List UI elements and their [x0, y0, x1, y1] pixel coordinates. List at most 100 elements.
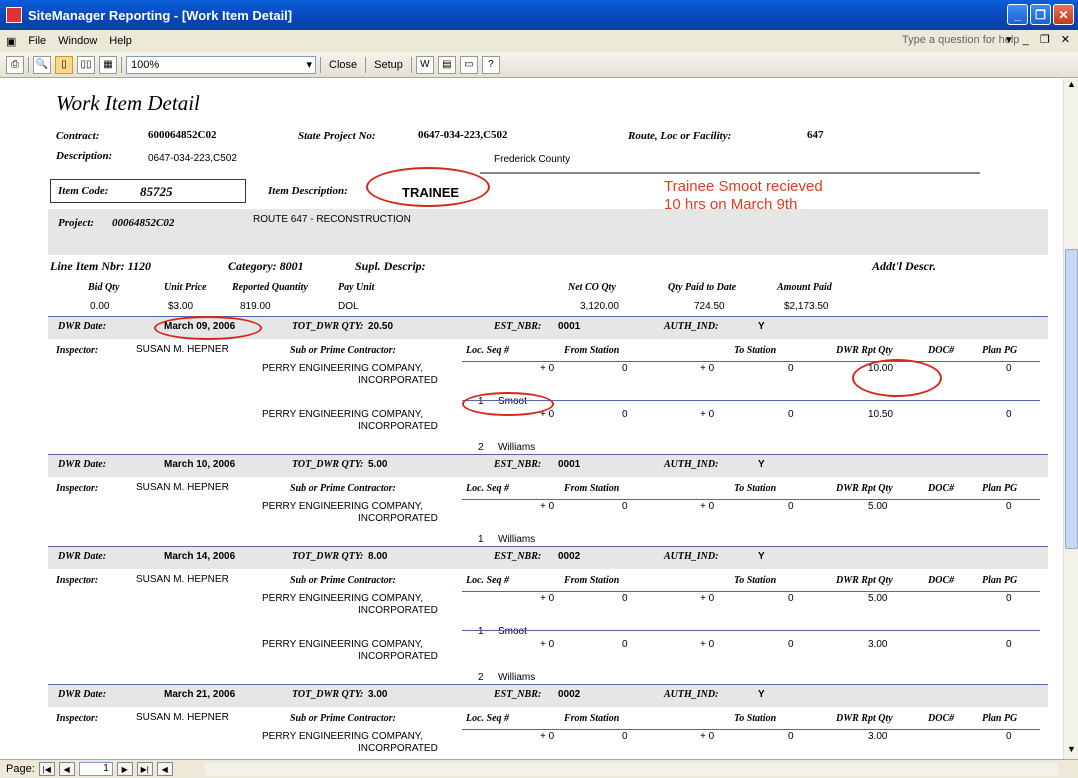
- auth-ind-label: AUTH_IND:: [664, 551, 719, 562]
- trainee-name: Williams: [498, 442, 536, 453]
- menu-bar: ▣ File Window Help Type a question for h…: [0, 30, 1078, 52]
- annotation-oval-qty: [852, 359, 942, 397]
- multiple-pages-icon[interactable]: ▦: [99, 55, 117, 74]
- from-station-zero: 0: [622, 363, 628, 374]
- dwr-date-value: March 10, 2006: [164, 459, 236, 470]
- inspector-value: SUSAN M. HEPNER: [136, 712, 229, 723]
- inspector-label: Inspector:: [56, 575, 99, 586]
- description-label: Description:: [56, 150, 113, 162]
- maximize-button[interactable]: ❐: [1030, 4, 1051, 25]
- plan-pg-label: Plan PG: [982, 345, 1018, 356]
- database-window-icon[interactable]: ▤: [437, 55, 456, 74]
- est-nbr-value: 0001: [558, 459, 581, 470]
- app-icon: [6, 7, 22, 23]
- scroll-down-icon[interactable]: ▼: [1065, 744, 1078, 759]
- to-station-plus: + 0: [700, 593, 715, 604]
- to-station-plus: + 0: [700, 639, 715, 650]
- menu-help[interactable]: Help: [109, 35, 132, 47]
- close-button[interactable]: Close: [325, 59, 361, 71]
- print-icon[interactable]: ⎙: [6, 55, 24, 74]
- horizontal-scrollbar[interactable]: [205, 763, 1058, 776]
- page-number-input[interactable]: 1: [78, 762, 113, 776]
- to-station-zero: 0: [788, 731, 794, 742]
- scroll-thumb[interactable]: [1065, 249, 1078, 549]
- dwr-date-label: DWR Date:: [58, 551, 107, 562]
- val-qty-paid: 724.50: [694, 301, 725, 312]
- addl-descr: Addt'l Descr.: [872, 259, 937, 273]
- mdi-controls[interactable]: ▾ _ ❐ ✕: [1006, 33, 1074, 46]
- to-station-plus: + 0: [700, 363, 715, 374]
- dwr-date-value: March 14, 2006: [164, 551, 236, 562]
- to-station-label: To Station: [734, 575, 777, 586]
- to-station-label: To Station: [734, 713, 777, 724]
- menu-window[interactable]: Window: [58, 35, 97, 47]
- from-station-label: From Station: [564, 483, 620, 494]
- sub-prime-label: Sub or Prime Contractor:: [290, 345, 396, 356]
- from-station-zero: 0: [622, 593, 628, 604]
- auth-ind-label: AUTH_IND:: [664, 321, 719, 332]
- zoom-icon[interactable]: 🔍: [33, 55, 51, 74]
- trainee-name: Williams: [498, 672, 536, 683]
- word-export-icon[interactable]: W: [415, 55, 434, 74]
- from-station-zero: 0: [622, 639, 628, 650]
- report-title: Work Item Detail: [56, 91, 200, 115]
- loc-seq-number: 2: [478, 672, 484, 683]
- one-page-icon[interactable]: ▯: [55, 55, 73, 74]
- to-station-zero: 0: [788, 639, 794, 650]
- loc-seq-number: 2: [478, 442, 484, 453]
- inspector-value: SUSAN M. HEPNER: [136, 344, 229, 355]
- contractor-line-2: INCORPORATED: [358, 743, 438, 754]
- col-qty-paid: Qty Paid to Date: [668, 282, 737, 293]
- dwr-rpt-label: DWR Rpt Qty: [836, 575, 893, 586]
- plan-pg-value: 0: [1006, 731, 1012, 742]
- window-title: SiteManager Reporting - [Work Item Detai…: [28, 7, 293, 23]
- first-page-icon[interactable]: |◀: [38, 762, 55, 776]
- doc-label: DOC#: [928, 713, 955, 724]
- menu-file[interactable]: File: [28, 35, 46, 47]
- prev-page-icon[interactable]: ◀: [58, 762, 75, 776]
- from-station-plus: + 0: [540, 731, 555, 742]
- item-code-label: Item Code:: [58, 185, 109, 197]
- last-page-icon[interactable]: ▶|: [136, 762, 153, 776]
- trainee-name: Smoot: [498, 626, 527, 637]
- doc-label: DOC#: [928, 483, 955, 494]
- from-station-plus: + 0: [540, 593, 555, 604]
- close-window-button[interactable]: ✕: [1053, 4, 1074, 25]
- auth-ind-value: Y: [758, 689, 765, 700]
- title-bar: SiteManager Reporting - [Work Item Detai…: [0, 0, 1078, 30]
- state-project-value: 0647-034-223,C502: [418, 129, 508, 141]
- contractor-line-1: PERRY ENGINEERING COMPANY,: [262, 731, 423, 742]
- new-object-icon[interactable]: ▭: [459, 55, 478, 74]
- vertical-scrollbar[interactable]: ▲ ▼: [1063, 79, 1078, 759]
- next-page-icon[interactable]: ▶: [116, 762, 133, 776]
- from-station-zero: 0: [622, 501, 628, 512]
- sub-prime-label: Sub or Prime Contractor:: [290, 483, 396, 494]
- col-net-co: Net CO Qty: [568, 282, 616, 293]
- scroll-up-icon[interactable]: ▲: [1065, 79, 1078, 94]
- county-value: Frederick County: [494, 154, 571, 165]
- col-unit-price: Unit Price: [164, 282, 207, 293]
- minimize-button[interactable]: _: [1007, 4, 1028, 25]
- to-station-zero: 0: [788, 501, 794, 512]
- contractor-line-1: PERRY ENGINEERING COMPANY,: [262, 363, 423, 374]
- sub-prime-label: Sub or Prime Contractor:: [290, 575, 396, 586]
- contractor-line-1: PERRY ENGINEERING COMPANY,: [262, 593, 423, 604]
- plan-pg-value: 0: [1006, 501, 1012, 512]
- scroll-left-icon[interactable]: ◀: [156, 762, 173, 776]
- help-icon[interactable]: ?: [481, 55, 500, 74]
- val-amount-paid: $2,173.50: [784, 301, 829, 312]
- loc-seq-number: 1: [478, 626, 484, 637]
- col-bid-qty: Bid Qty: [88, 282, 120, 293]
- zoom-select[interactable]: 100%: [126, 55, 316, 74]
- menu-app-icon[interactable]: ▣: [6, 35, 16, 48]
- from-station-label: From Station: [564, 713, 620, 724]
- plan-pg-value: 0: [1006, 593, 1012, 604]
- annotation-line-1: Trainee Smoot recieved: [664, 178, 823, 195]
- inspector-label: Inspector:: [56, 483, 99, 494]
- col-pay-unit: Pay Unit: [338, 282, 375, 293]
- two-pages-icon[interactable]: ▯▯: [77, 55, 95, 74]
- est-nbr-label: EST_NBR:: [494, 551, 542, 562]
- setup-button[interactable]: Setup: [370, 59, 407, 71]
- tot-dwr-value: 3.00: [368, 689, 388, 700]
- loc-seq-label: Loc. Seq #: [466, 483, 510, 494]
